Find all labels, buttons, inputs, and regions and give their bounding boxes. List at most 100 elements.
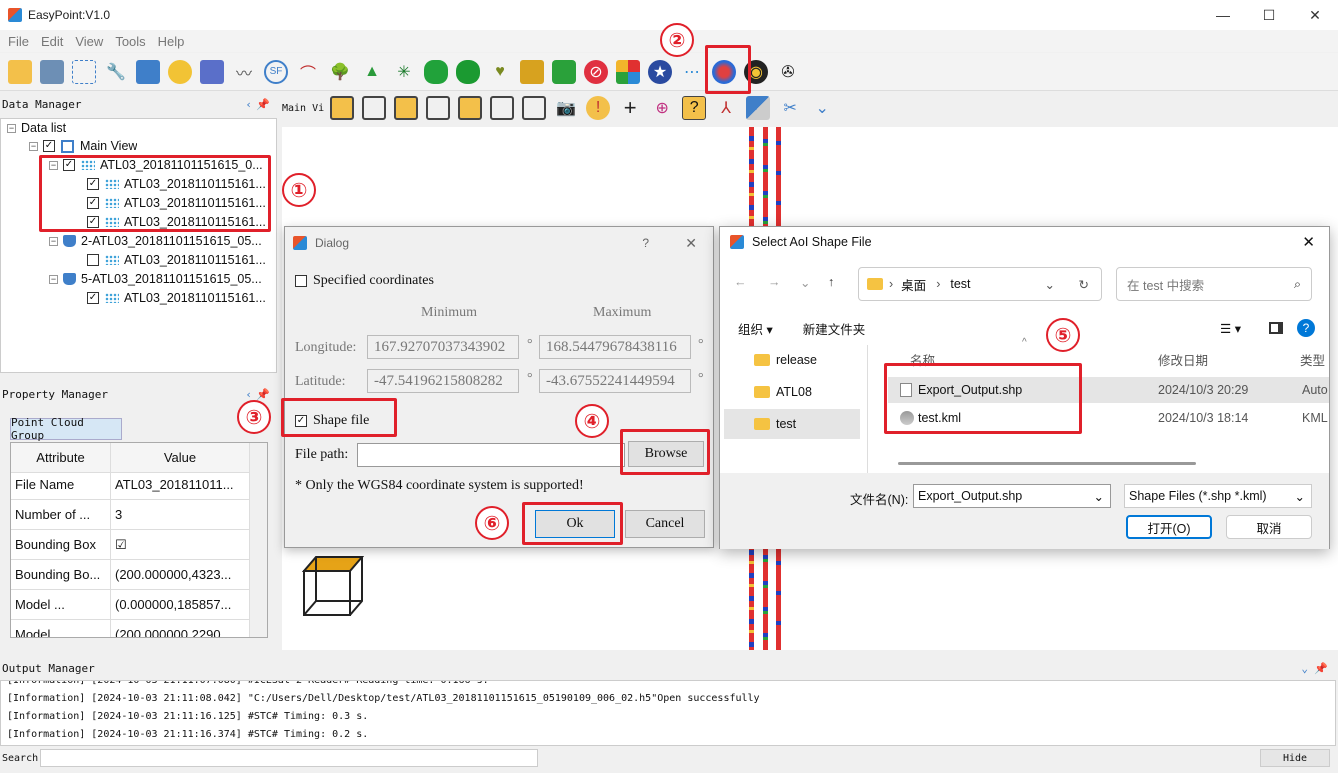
longitude-max-field[interactable]: 168.54479678438116 <box>539 335 691 359</box>
menu-file[interactable]: File <box>8 34 29 49</box>
view-menu-icon[interactable]: ☰ ▾ <box>1220 321 1241 336</box>
canopy-icon[interactable] <box>424 59 448 84</box>
cancel-button[interactable]: Cancel <box>625 510 705 538</box>
help-icon[interactable]: ? <box>1297 319 1315 337</box>
canopy2-icon[interactable] <box>456 59 480 84</box>
gradient-icon[interactable] <box>746 96 771 120</box>
tree-item[interactable]: ✓ ATL03_2018110115161... <box>87 291 275 305</box>
hide-button[interactable]: Hide <box>1260 749 1330 767</box>
grid-color-icon[interactable] <box>616 59 640 84</box>
shield-icon[interactable] <box>200 59 224 84</box>
search-input[interactable] <box>40 749 539 767</box>
menu-view[interactable]: View <box>75 34 103 49</box>
date-column-header[interactable]: 修改日期 <box>1158 350 1208 369</box>
type-column-header[interactable]: 类型 <box>1300 350 1325 369</box>
axes-icon[interactable]: ⅄ <box>714 96 738 120</box>
collapse-icon[interactable]: ‹ <box>245 98 252 111</box>
heart-icon[interactable]: ♥ <box>488 60 512 84</box>
file-search-input[interactable]: 在 test 中搜索 ⌕ <box>1116 267 1312 301</box>
value-cell[interactable]: (0.000000,185857... <box>111 590 249 619</box>
checkbox-checked[interactable]: ✓ <box>87 292 99 304</box>
filename-input[interactable]: Export_Output.shp ⌄ <box>913 484 1111 508</box>
value-cell[interactable]: 3 <box>111 500 249 529</box>
close-icon[interactable]: ✕ <box>1302 233 1315 251</box>
leaf-icon[interactable]: ✳ <box>392 60 416 84</box>
collapse-toggle[interactable]: − <box>49 236 58 246</box>
pine-icon[interactable]: ▲ <box>360 60 384 84</box>
cube-front-icon[interactable] <box>362 96 387 120</box>
collapse-icon[interactable]: ‹ <box>245 388 252 401</box>
new-folder-button[interactable]: 新建文件夹 <box>803 319 866 338</box>
ellipse-icon[interactable] <box>168 59 192 84</box>
checkbox-unchecked[interactable] <box>87 254 99 266</box>
nav-item-release[interactable]: release <box>754 353 817 367</box>
open-folder-icon[interactable] <box>8 59 32 84</box>
horizontal-scrollbar[interactable] <box>898 462 1196 465</box>
organize-button[interactable]: 组织 ▾ <box>738 319 773 338</box>
flag-icon[interactable]: ★ <box>648 59 672 84</box>
minimize-button[interactable]: — <box>1200 0 1246 30</box>
collapse-toggle[interactable]: − <box>29 141 38 151</box>
forest-icon[interactable] <box>520 59 544 84</box>
tree-group-2[interactable]: − 2-ATL03_20181101151615_05... <box>49 234 275 248</box>
longitude-min-field[interactable]: 167.92707037343902 <box>367 335 519 359</box>
latitude-max-field[interactable]: -43.67552241449594 <box>539 369 691 393</box>
back-icon[interactable]: ← <box>734 275 747 289</box>
scrollbar[interactable] <box>249 443 267 637</box>
nav-item-test[interactable]: test <box>724 409 860 439</box>
file-type-select[interactable]: Shape Files (*.shp *.kml) ⌄ <box>1124 484 1312 508</box>
maximize-button[interactable]: ☐ <box>1246 0 1292 30</box>
latitude-min-field[interactable]: -47.54196215808282 <box>367 369 519 393</box>
checkbox-checked[interactable]: ✓ <box>43 140 55 152</box>
pin-icon[interactable]: 📌 <box>1314 662 1328 675</box>
filter-icon[interactable]: ⋯ <box>680 60 704 84</box>
breadcrumb-desktop[interactable]: 桌面 <box>901 275 926 294</box>
help-cube-icon[interactable]: ? <box>682 96 707 120</box>
sf-icon[interactable]: SF <box>264 59 288 84</box>
file-cancel-button[interactable]: 取消 <box>1226 515 1312 539</box>
no-entry-icon[interactable]: ⊘ <box>584 59 608 84</box>
nav-item-atl08[interactable]: ATL08 <box>754 385 812 399</box>
specified-coords-option[interactable]: Specified coordinates <box>295 273 434 289</box>
close-button[interactable]: ✕ <box>1292 0 1338 30</box>
collapse-toggle[interactable]: − <box>49 274 58 284</box>
open-button[interactable]: 打开(O) <box>1126 515 1212 539</box>
tree-root[interactable]: − Data list <box>7 121 66 135</box>
tree-item[interactable]: ATL03_2018110115161... <box>87 253 275 267</box>
curve-icon[interactable]: ⌒ <box>296 60 320 84</box>
pin-icon[interactable]: 📌 <box>256 98 270 111</box>
forward-icon[interactable]: → <box>768 275 781 289</box>
file-path-input[interactable] <box>357 443 625 467</box>
shutter-icon[interactable]: ✇ <box>776 60 800 84</box>
waveform-icon[interactable]: 〰 <box>232 60 256 84</box>
chevron-down-icon[interactable]: ⌄ <box>810 96 834 120</box>
point-size-icon[interactable]: ! <box>586 96 611 120</box>
wrench-icon[interactable]: 🔧 <box>104 60 128 84</box>
pin-icon[interactable]: 📌 <box>256 388 270 401</box>
cube-icon[interactable] <box>330 96 355 120</box>
save-icon[interactable] <box>40 59 64 84</box>
chevron-down-icon[interactable]: ⌄ <box>800 275 810 290</box>
chevron-down-icon[interactable]: ⌄ <box>1301 662 1308 675</box>
tree-group-3[interactable]: − 5-ATL03_20181101151615_05... <box>49 272 275 286</box>
tree-icon[interactable]: 🌳 <box>328 60 352 84</box>
cube-bottom-icon[interactable] <box>522 96 547 120</box>
menu-edit[interactable]: Edit <box>41 34 63 49</box>
menu-tools[interactable]: Tools <box>115 34 145 49</box>
value-cell[interactable]: ATL03_201811011... <box>111 470 249 499</box>
select-icon[interactable] <box>72 59 96 84</box>
up-icon[interactable]: ↑ <box>828 275 834 289</box>
collapse-toggle[interactable]: − <box>7 123 16 133</box>
chevron-down-icon[interactable]: ⌄ <box>1045 277 1055 292</box>
cube-back-icon[interactable] <box>458 96 483 120</box>
crosshair-icon[interactable]: + <box>618 95 642 120</box>
layers-icon[interactable] <box>136 59 160 84</box>
tree-main-view[interactable]: − ✓ Main View <box>29 139 137 153</box>
help-icon[interactable]: ? <box>642 236 649 250</box>
value-cell[interactable]: (200.000000,4323... <box>111 560 249 589</box>
cube-top-icon[interactable] <box>394 96 419 120</box>
refresh-icon[interactable]: ↻ <box>1079 277 1089 292</box>
checkbox-unchecked[interactable] <box>295 275 307 287</box>
address-bar[interactable]: › 桌面 › test ⌄ ↻ <box>858 267 1102 301</box>
value-cell[interactable]: ☑ <box>111 530 249 559</box>
